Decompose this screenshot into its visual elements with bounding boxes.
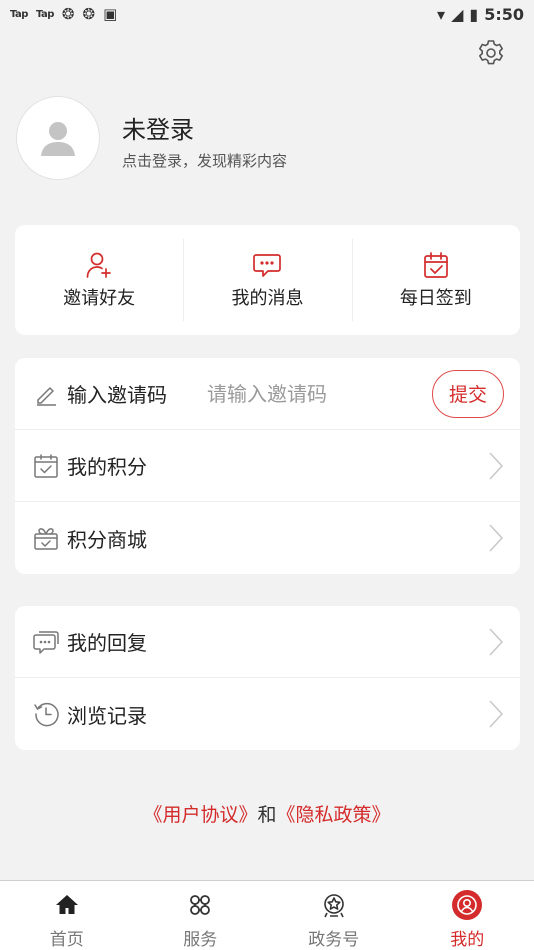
quick-action-label: 邀请好友: [63, 288, 136, 309]
invite-code-label: 输入邀请码: [67, 383, 167, 407]
quick-action-label: 我的消息: [231, 288, 304, 309]
browse-history-row[interactable]: 浏览记录: [15, 678, 520, 750]
menu-card-activity: 我的回复 浏览记录: [15, 606, 520, 750]
menu-item-label: 积分商城: [67, 527, 147, 552]
bottom-tab-bar: 首页 服务 政务号 我的: [0, 880, 534, 950]
services-grid-icon: [190, 895, 211, 915]
app-notification-icon-2: ❂: [82, 4, 96, 23]
tab-mine[interactable]: 我的: [401, 881, 534, 950]
tab-services[interactable]: 服务: [134, 881, 268, 950]
user-agreement-link[interactable]: 《用户协议》: [143, 804, 257, 826]
profile-icon: [452, 890, 483, 920]
my-replies-row[interactable]: 我的回复: [15, 606, 520, 678]
chevron-right-icon: [489, 451, 504, 480]
legal-connector: 和: [257, 804, 277, 826]
points-calendar-icon: [34, 453, 58, 478]
privacy-policy-link[interactable]: 《隐私政策》: [277, 804, 391, 826]
gift-box-icon: [34, 528, 58, 550]
tab-label: 政务号: [308, 930, 360, 950]
invite-code-row: 输入邀请码 提交: [15, 358, 520, 430]
gear-icon[interactable]: [476, 38, 506, 68]
status-time: 5:50: [484, 4, 524, 24]
avatar[interactable]: [16, 96, 100, 180]
login-title[interactable]: 未登录: [122, 110, 194, 145]
wifi-icon: ▾: [437, 4, 446, 24]
tab-label: 服务: [183, 930, 218, 950]
app-notification-icon: ❂: [61, 4, 75, 23]
daily-checkin-button[interactable]: 每日签到: [351, 225, 520, 335]
chevron-right-icon: [489, 700, 504, 728]
quick-action-label: 每日签到: [399, 288, 472, 309]
gov-emblem-icon: [323, 894, 344, 918]
status-bar: Tap Tap ❂ ❂ ▣ ▾ ◢ ▮ 5:50: [0, 0, 534, 28]
home-icon: [55, 895, 78, 914]
image-notification-icon: ▣: [103, 4, 118, 23]
menu-item-label: 我的回复: [67, 631, 147, 655]
tap-app-label: Tap: [10, 8, 28, 20]
tap-app-label-2: Tap: [35, 8, 54, 20]
pencil-icon: [37, 386, 56, 406]
tab-gov-account[interactable]: 政务号: [267, 881, 401, 950]
menu-item-label: 我的积分: [67, 455, 147, 479]
tab-label: 首页: [49, 930, 84, 950]
chevron-right-icon: [489, 524, 504, 552]
submit-button[interactable]: 提交: [432, 369, 504, 418]
calendar-check-icon: [423, 252, 448, 278]
history-clock-icon: [34, 702, 59, 727]
my-points-row[interactable]: 我的积分: [15, 430, 520, 502]
invite-code-input[interactable]: [207, 381, 407, 406]
message-icon: [253, 254, 282, 277]
menu-card-points: 输入邀请码 提交 我的积分 积分商城: [15, 358, 520, 574]
battery-icon: ▮: [469, 4, 479, 24]
login-subtitle[interactable]: 点击登录，发现精彩内容: [122, 150, 287, 171]
tab-label: 我的: [450, 930, 485, 950]
invite-friends-button[interactable]: 邀请好友: [15, 225, 183, 335]
chevron-right-icon: [489, 627, 504, 656]
menu-item-label: 浏览记录: [67, 703, 147, 728]
legal-links: 《用户协议》和《隐私政策》: [0, 800, 534, 827]
quick-actions-card: 邀请好友 我的消息 每日签到: [15, 225, 520, 335]
tab-home[interactable]: 首页: [0, 881, 134, 950]
my-messages-button[interactable]: 我的消息: [183, 225, 351, 335]
default-user-icon: [41, 122, 75, 156]
signal-icon: ◢: [451, 4, 464, 24]
add-user-icon: [86, 252, 112, 278]
points-mall-row[interactable]: 积分商城: [15, 502, 520, 574]
reply-bubble-icon: [33, 630, 59, 654]
